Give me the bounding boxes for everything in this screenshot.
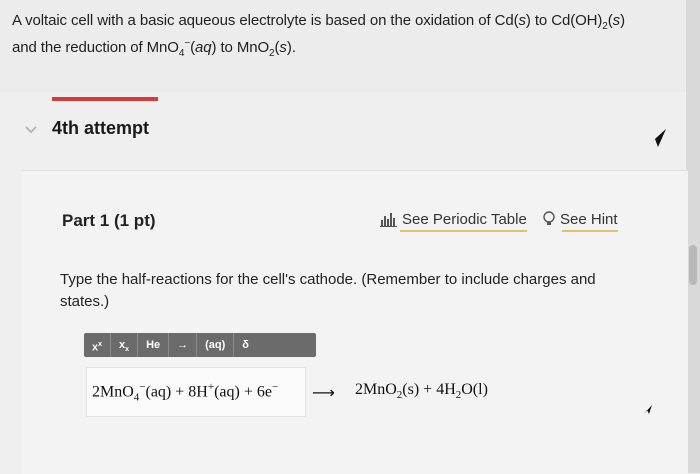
question-header: A voltaic cell with a basic aqueous elec… <box>0 0 700 92</box>
lightbulb-icon <box>543 211 555 225</box>
products-equation[interactable]: 2MnO2(s) + 4H2O(l) <box>355 381 488 401</box>
see-hint-link[interactable]: See Hint <box>542 211 618 232</box>
cursor-arrow-icon <box>644 127 668 154</box>
superscript-button[interactable]: xx <box>84 333 112 357</box>
chem-editor-toolbar: xx xx He → (aq) δ <box>84 333 316 357</box>
see-periodic-table-link[interactable]: See Periodic Table <box>380 211 527 232</box>
part-title: Part 1 (1 pt) <box>62 211 156 230</box>
attempt-accent-bar <box>52 97 158 101</box>
state-aq-button[interactable]: (aq) <box>197 333 235 357</box>
reaction-arrow: ⟶ <box>312 383 335 402</box>
cursor-small-icon <box>642 402 654 420</box>
element-button[interactable]: He <box>138 333 170 357</box>
delta-button[interactable]: δ <box>234 333 257 357</box>
scrollbar[interactable] <box>686 0 700 473</box>
chevron-down-icon[interactable] <box>25 122 37 138</box>
reactants-equation: 2MnO4−(aq) + 8H+(aq) + 6e− <box>92 381 279 404</box>
question-line-2: and the reduction of MnO4−(aq) to MnO2(s… <box>12 38 296 59</box>
question-line-1: A voltaic cell with a basic aqueous elec… <box>12 12 625 32</box>
periodic-table-icon <box>380 213 397 227</box>
instruction-text: Type the half-reactions for the cell's c… <box>60 271 596 310</box>
scrollbar-thumb[interactable] <box>689 245 697 285</box>
subscript-button[interactable]: xx <box>111 333 139 357</box>
part-card: Part 1 (1 pt) See Periodic Table See Hin… <box>22 170 688 474</box>
reaction-arrow-button[interactable]: → <box>169 333 198 357</box>
attempt-label: 4th attempt <box>52 118 150 138</box>
